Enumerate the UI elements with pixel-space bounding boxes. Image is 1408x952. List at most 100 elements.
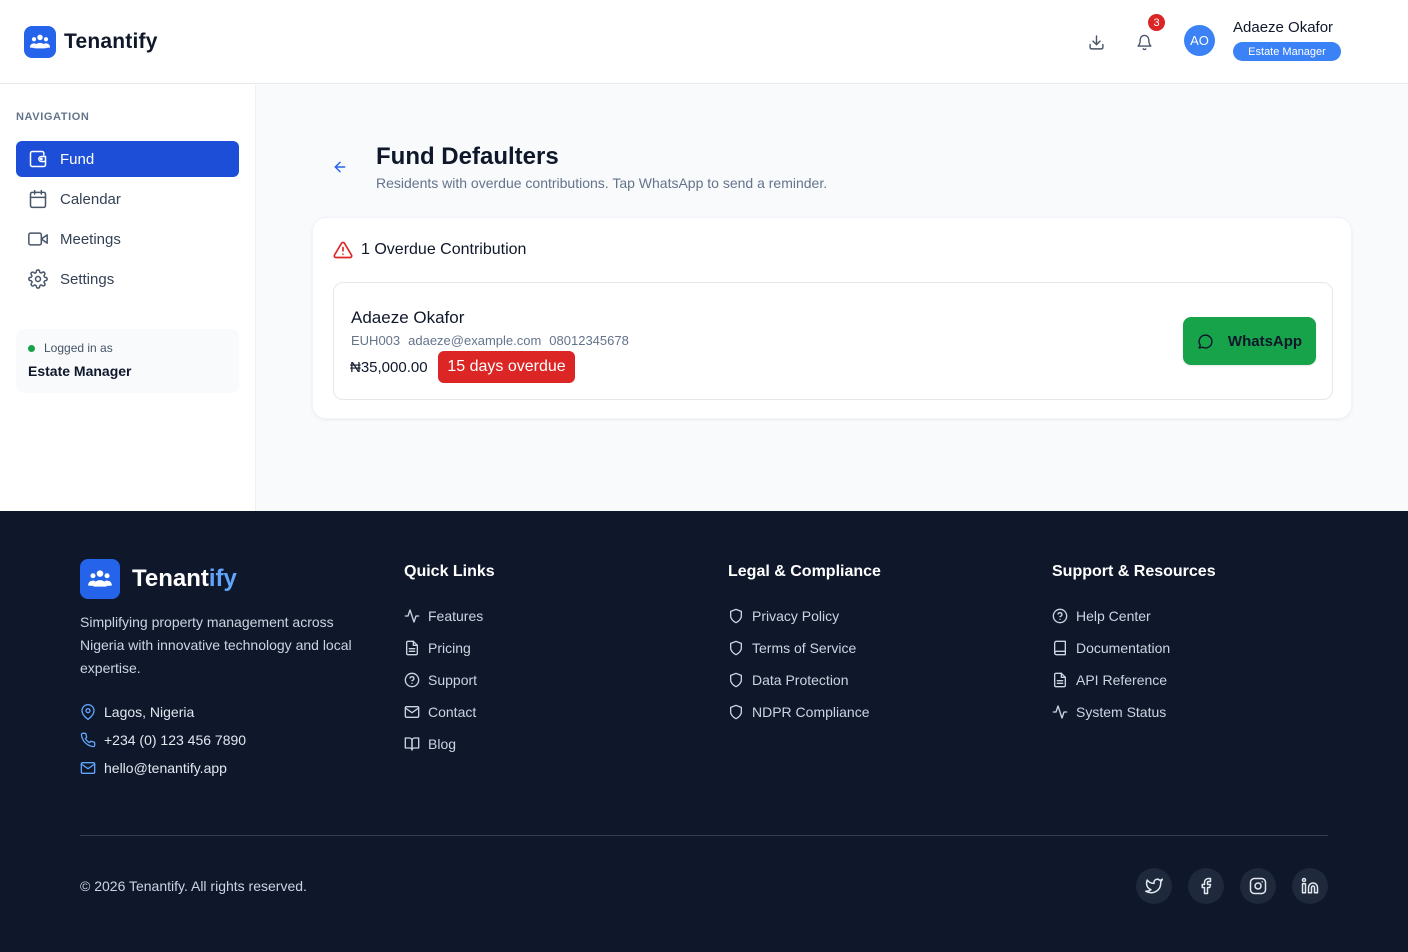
contact-phone-text: +234 (0) 123 456 7890 [104,732,247,748]
footer-brand[interactable]: Tenantify [80,559,237,599]
footer-link-label: Documentation [1076,640,1171,656]
sidebar-item-settings[interactable]: Settings [16,261,239,297]
support-title: Support & Resources [1052,563,1216,580]
download-icon [1088,34,1104,50]
gear-icon [28,269,48,289]
footer-link-label: Terms of Service [752,640,857,656]
footer-link-label: Features [428,608,484,624]
main-content: Fund Defaulters Residents with overdue c… [256,85,1408,511]
footer-link-api-reference[interactable]: API Reference [1052,672,1167,688]
footer-link-label: Privacy Policy [752,608,840,624]
file-text-icon [1054,672,1066,688]
defaulter-name: Adaeze Okafor [351,308,465,327]
file-text-icon [406,640,418,656]
login-status-card: Logged in as Estate Manager [16,329,239,393]
page-subtitle: Residents with overdue contributions. Ta… [376,175,828,191]
defaulter-amount: ₦35,000.00 [350,359,428,376]
footer-link-help-center[interactable]: Help Center [1052,608,1151,624]
footer-link-label: Support [428,672,478,688]
contact-location-text: Lagos, Nigeria [104,704,195,720]
sidebar-item-calendar[interactable]: Calendar [16,181,239,217]
online-status-dot [28,345,35,352]
whatsapp-button-label: WhatsApp [1227,332,1303,350]
instagram-link[interactable] [1240,868,1276,904]
defaulter-phone: 08012345678 [549,333,629,348]
defaulter-row: Adaeze Okafor EUH003 adaeze@example.com … [333,282,1333,400]
mail-icon [404,706,420,718]
brand-logo-icon [80,559,120,599]
help-circle-icon [404,672,420,688]
footer-link-system-status[interactable]: System Status [1052,704,1166,720]
footer-link-label: Help Center [1076,608,1151,624]
shield-icon [730,608,742,624]
defaulters-card: 1 Overdue Contribution Adaeze Okafor EUH… [312,217,1352,419]
top-header: Tenantify 3 AO Adaeze Okafor Estate Mana… [0,0,1408,84]
contact-phone[interactable]: +234 (0) 123 456 7890 [80,732,246,748]
brand[interactable]: Tenantify [24,26,158,58]
footer-link-label: Contact [428,704,477,720]
page-title: Fund Defaulters [376,143,559,170]
sidebar-item-label: Meetings [60,230,121,248]
twitter-link[interactable] [1136,868,1172,904]
book-open-icon [404,737,420,751]
twitter-icon [1145,878,1163,894]
footer-link-label: Blog [428,736,457,752]
notifications-button[interactable] [1132,30,1156,54]
sidebar-item-meetings[interactable]: Meetings [16,221,239,257]
sidebar-item-label: Fund [60,150,95,168]
linkedin-link[interactable] [1292,868,1328,904]
phone-icon [80,732,96,748]
user-name: Adaeze Okafor [1233,19,1334,36]
sidebar: NAVIGATION Fund Calendar Meetings Settin… [0,85,256,511]
mail-icon [80,762,96,774]
sidebar-item-fund[interactable]: Fund [16,141,239,177]
copyright: © 2026 Tenantify. All rights reserved. [80,878,307,894]
footer-brand-suffix: ify [208,565,237,592]
chat-icon [1198,333,1213,349]
sidebar-item-label: Settings [60,270,115,288]
footer-link-blog[interactable]: Blog [404,736,456,752]
footer-divider [80,835,1328,836]
warning-icon [333,241,353,259]
shield-icon [730,672,742,688]
footer-link-pricing[interactable]: Pricing [404,640,471,656]
footer-link-privacy-policy[interactable]: Privacy Policy [728,608,839,624]
bell-icon [1136,34,1152,50]
whatsapp-button[interactable]: WhatsApp [1183,317,1316,365]
footer-brand-name: Tenantify [132,565,237,593]
footer-link-features[interactable]: Features [404,608,483,624]
footer-link-label: API Reference [1076,672,1168,688]
footer-link-contact[interactable]: Contact [404,704,476,720]
brand-name: Tenantify [64,30,158,53]
book-icon [1054,640,1066,656]
activity-icon [1052,705,1068,719]
contact-location: Lagos, Nigeria [80,704,194,720]
wallet-icon [28,149,48,169]
calendar-icon [28,189,48,209]
facebook-link[interactable] [1188,868,1224,904]
overdue-badge: 15 days overdue [438,351,575,383]
contact-email-text: hello@tenantify.app [104,760,227,776]
download-button[interactable] [1084,30,1108,54]
login-label: Logged in as [44,341,113,355]
defaulter-meta: EUH003 adaeze@example.com 08012345678 [351,333,629,348]
footer-brand-prefix: Tenant [132,565,209,592]
footer-link-data-protection[interactable]: Data Protection [728,672,849,688]
card-header: 1 Overdue Contribution [333,240,526,260]
footer-link-documentation[interactable]: Documentation [1052,640,1170,656]
back-button[interactable] [330,157,350,177]
notification-count-badge: 3 [1148,14,1165,31]
nav-heading: NAVIGATION [16,111,90,123]
contact-email[interactable]: hello@tenantify.app [80,760,227,776]
quick-links-title: Quick Links [404,563,495,580]
footer-link-terms[interactable]: Terms of Service [728,640,856,656]
arrow-left-icon [334,161,346,173]
avatar[interactable]: AO [1184,25,1215,56]
help-circle-icon [1052,608,1068,624]
defaulter-email: adaeze@example.com [408,333,542,348]
footer-link-support[interactable]: Support [404,672,477,688]
shield-icon [730,704,742,720]
footer-link-ndpr[interactable]: NDPR Compliance [728,704,869,720]
footer-description: Simplifying property management across N… [80,614,352,676]
footer: Tenantify Simplifying property managemen… [0,511,1408,952]
